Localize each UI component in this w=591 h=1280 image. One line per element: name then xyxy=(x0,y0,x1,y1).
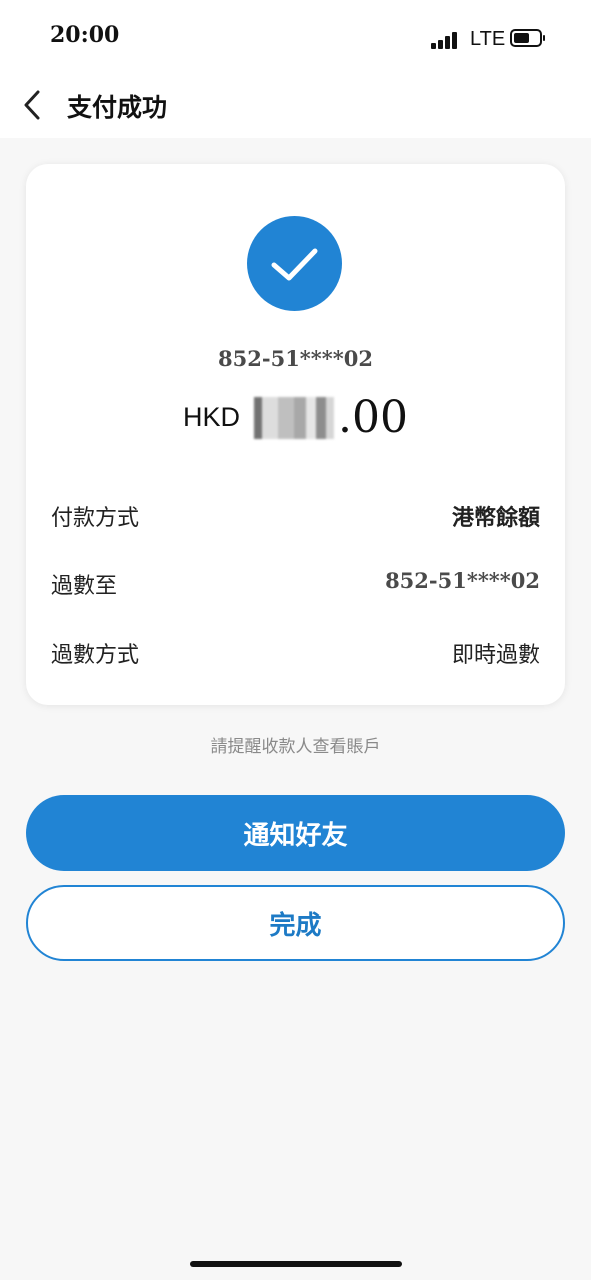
signal-icon xyxy=(431,31,459,49)
recipient-account: 852-51****02 xyxy=(218,346,373,371)
notify-friend-button[interactable]: 通知好友 xyxy=(26,795,565,871)
amount: HKD .00 xyxy=(26,392,565,452)
chevron-left-icon xyxy=(24,90,40,120)
amount-obscured xyxy=(254,396,335,439)
home-indicator[interactable] xyxy=(190,1261,402,1267)
detail-row-payment-method: 付款方式 港幣餘額 xyxy=(51,494,540,534)
detail-row-transfer-method: 過數方式 即時過數 xyxy=(51,631,540,671)
detail-row-transfer-to: 過數至 852-51****02 xyxy=(51,562,540,602)
checkmark-icon xyxy=(271,248,318,281)
detail-value: 港幣餘額 xyxy=(451,506,540,531)
amount-currency: HKD xyxy=(183,402,241,432)
payment-result-card: 852-51****02 HKD .00 付款方式 港幣餘額 過數至 852-51… xyxy=(26,164,565,705)
detail-label: 過數至 xyxy=(51,574,118,599)
success-badge xyxy=(247,216,342,311)
detail-value: 即時過數 xyxy=(451,643,540,668)
detail-value: 852-51****02 xyxy=(385,568,540,593)
detail-label: 付款方式 xyxy=(51,506,140,531)
top-bar: 20:00 LTE 支付成功 xyxy=(0,0,591,138)
battery-icon xyxy=(510,29,545,47)
amount-decimal: .00 xyxy=(338,392,408,443)
done-button[interactable]: 完成 xyxy=(26,885,565,961)
back-button[interactable] xyxy=(18,88,48,122)
reminder-text: 請提醒收款人查看賬戶 xyxy=(210,737,381,757)
status-time: 20:00 xyxy=(50,22,120,48)
page-title: 支付成功 xyxy=(67,93,168,122)
detail-label: 過數方式 xyxy=(51,643,140,668)
network-type: LTE xyxy=(470,28,506,50)
